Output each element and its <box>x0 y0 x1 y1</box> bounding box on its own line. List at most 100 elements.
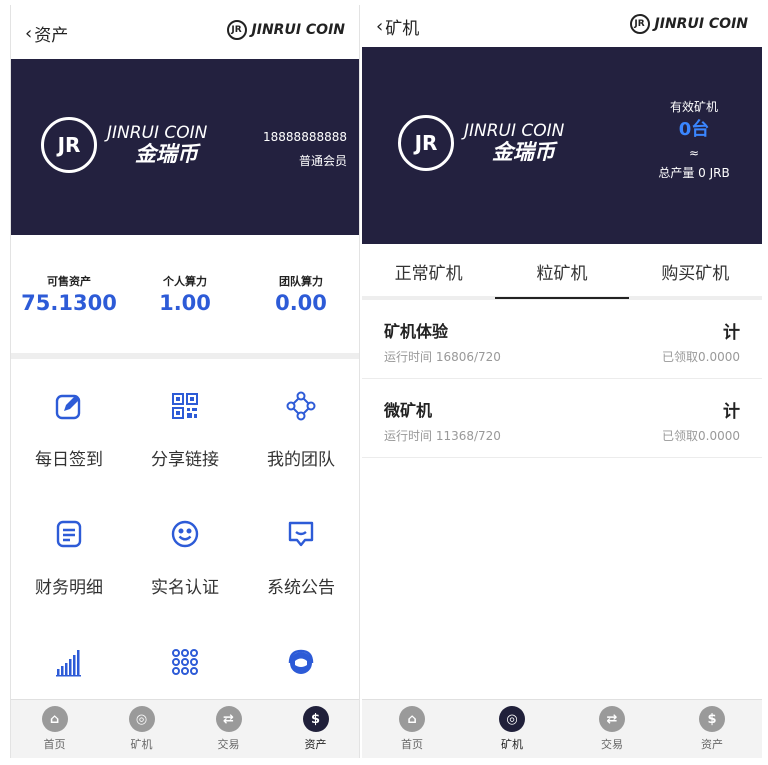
jr-logo-icon: JR <box>629 14 650 34</box>
tab-label: 交易 <box>601 738 623 751</box>
tab-home[interactable]: ⌂ 首页 <box>362 700 462 758</box>
miner-icon: ◎ <box>128 706 155 732</box>
valid-miners-value: 0台 <box>678 119 710 140</box>
jr-logo-icon: JR <box>398 115 454 171</box>
menu-finance-details[interactable]: 财务明细 <box>11 487 127 615</box>
tab-assets[interactable]: $ 资产 <box>662 700 762 758</box>
logo-cn: 金瑞币 <box>492 139 555 164</box>
tab-assets[interactable]: $ 资产 <box>272 700 359 758</box>
exchange-icon: ⇄ <box>215 706 242 732</box>
bar-chart-icon <box>52 645 86 679</box>
tab-home[interactable]: ⌂ 首页 <box>11 700 98 758</box>
list-item[interactable]: 微矿机 运行时间 11368/720 计 已领取0.0000 <box>362 379 762 458</box>
miner-banner: JR JINRUI COIN 金瑞币 有效矿机 0台 ≈ 总产量 0 JRB <box>362 47 762 244</box>
tab-normal-miner[interactable]: 正常矿机 <box>362 244 495 296</box>
member-level: 普通会员 <box>298 154 347 168</box>
document-list-icon <box>52 517 86 551</box>
brand-text: JINRUI COIN <box>251 22 345 38</box>
list-item[interactable]: 矿机体验 运行时间 16806/720 计 已领取0.0000 <box>362 300 762 379</box>
miner-icon: ◎ <box>499 706 525 732</box>
header: ‹ 资产 JR JINRUI COIN <box>11 5 359 59</box>
phone-number: 18888888888 <box>263 130 347 144</box>
menu-label: 财务明细 <box>35 578 103 598</box>
page-title: 矿机 <box>385 19 420 39</box>
chevron-left-icon: ‹ <box>25 23 33 44</box>
tab-miner[interactable]: ◎ 矿机 <box>462 700 562 758</box>
jr-logo-icon: JR <box>41 117 97 173</box>
header: ‹ 矿机 JR JINRUI COIN <box>362 5 762 47</box>
stat-value: 75.1300 <box>21 291 117 315</box>
jr-logo-icon: JR <box>226 20 247 40</box>
miner-received: 已领取0.0000 <box>662 350 740 364</box>
miner-summary: 有效矿机 0台 ≈ 总产量 0 JRB <box>644 97 744 183</box>
message-box-icon <box>284 517 318 551</box>
profile-banner: JR JINRUI COIN 金瑞币 18888888888 普通会员 <box>11 59 359 235</box>
chevron-left-icon: ‹ <box>376 16 384 37</box>
menu-share-link[interactable]: 分享链接 <box>127 359 243 487</box>
miner-name: 微矿机 <box>384 401 433 420</box>
stat-label: 个人算力 <box>163 275 207 288</box>
miner-calc: 计 <box>723 323 740 343</box>
tab-label: 矿机 <box>501 738 523 751</box>
menu-daily-checkin[interactable]: 每日签到 <box>11 359 127 487</box>
back-button[interactable]: ‹ 资产 <box>25 21 68 46</box>
tab-buy-miner[interactable]: 购买矿机 <box>629 244 762 296</box>
back-button[interactable]: ‹ 矿机 <box>376 14 419 39</box>
page-title: 资产 <box>34 26 69 46</box>
grid-dots-icon <box>168 645 202 679</box>
stat-sellable: 可售资产 75.1300 <box>11 235 127 353</box>
stat-value: 0.00 <box>275 291 327 315</box>
tab-label: 资产 <box>701 738 723 751</box>
home-icon: ⌂ <box>41 706 68 732</box>
team-network-icon <box>284 389 318 423</box>
tab-label: 交易 <box>217 738 240 751</box>
brand-text: JINRUI COIN <box>654 16 748 32</box>
stat-label: 团队算力 <box>279 275 323 288</box>
headset-support-icon <box>284 645 318 679</box>
logo-cn: 金瑞币 <box>135 141 198 166</box>
logo-en: JINRUI COIN <box>464 121 565 142</box>
jinrui-logo: JR JINRUI COIN 金瑞币 <box>41 117 207 173</box>
dollar-icon: $ <box>302 706 329 732</box>
tab-label: 首页 <box>43 738 66 751</box>
miner-tabs: 正常矿机 粒矿机 购买矿机 <box>362 244 762 300</box>
qr-code-icon <box>168 389 202 423</box>
asset-stats: 可售资产 75.1300 个人算力 1.00 团队算力 0.00 <box>11 235 359 359</box>
total-output: 总产量 0 JRB <box>658 166 730 180</box>
miner-name: 矿机体验 <box>384 322 449 341</box>
menu-label: 我的团队 <box>267 450 335 470</box>
menu-real-name-auth[interactable]: 实名认证 <box>127 487 243 615</box>
brand-logo: JR JINRUI COIN <box>226 20 345 40</box>
miner-received: 已领取0.0000 <box>662 429 740 443</box>
approx-symbol: ≈ <box>688 146 700 160</box>
brand-logo: JR JINRUI COIN <box>629 14 748 34</box>
user-info: 18888888888 普通会员 <box>263 125 347 173</box>
exchange-icon: ⇄ <box>599 706 625 732</box>
miner-screen: ‹ 矿机 JR JINRUI COIN JR JINRUI COIN 金瑞币 有… <box>362 5 762 758</box>
dollar-icon: $ <box>699 706 725 732</box>
valid-miners-label: 有效矿机 <box>669 100 718 114</box>
bottom-tabbar: ⌂ 首页 ◎ 矿机 ⇄ 交易 $ 资产 <box>362 699 762 758</box>
menu-label: 系统公告 <box>267 578 335 598</box>
assets-screen: ‹ 资产 JR JINRUI COIN JR JINRUI COIN 金瑞币 1… <box>10 5 360 758</box>
menu-label: 分享链接 <box>151 450 219 470</box>
menu-label: 每日签到 <box>35 450 103 470</box>
home-icon: ⌂ <box>399 706 425 732</box>
menu-system-notice[interactable]: 系统公告 <box>243 487 359 615</box>
tab-label: 资产 <box>304 738 327 751</box>
miner-list: 矿机体验 运行时间 16806/720 计 已领取0.0000 微矿机 运行时间… <box>362 300 762 458</box>
stat-label: 可售资产 <box>47 275 91 288</box>
tab-label: 首页 <box>401 738 423 751</box>
tab-trade[interactable]: ⇄ 交易 <box>562 700 662 758</box>
tab-miner[interactable]: ◎ 矿机 <box>98 700 185 758</box>
stat-personal-power: 个人算力 1.00 <box>127 235 243 353</box>
tab-trade[interactable]: ⇄ 交易 <box>185 700 272 758</box>
miner-calc: 计 <box>723 402 740 422</box>
menu-my-team[interactable]: 我的团队 <box>243 359 359 487</box>
feature-grid: 每日签到 分享链接 我的团队 财务明细 实名认证 系统公告 <box>11 359 359 743</box>
tab-grain-miner[interactable]: 粒矿机 <box>495 244 629 299</box>
menu-label: 实名认证 <box>151 578 219 598</box>
jinrui-logo: JR JINRUI COIN 金瑞币 <box>398 115 564 171</box>
edit-icon <box>52 389 86 423</box>
stat-value: 1.00 <box>159 291 211 315</box>
